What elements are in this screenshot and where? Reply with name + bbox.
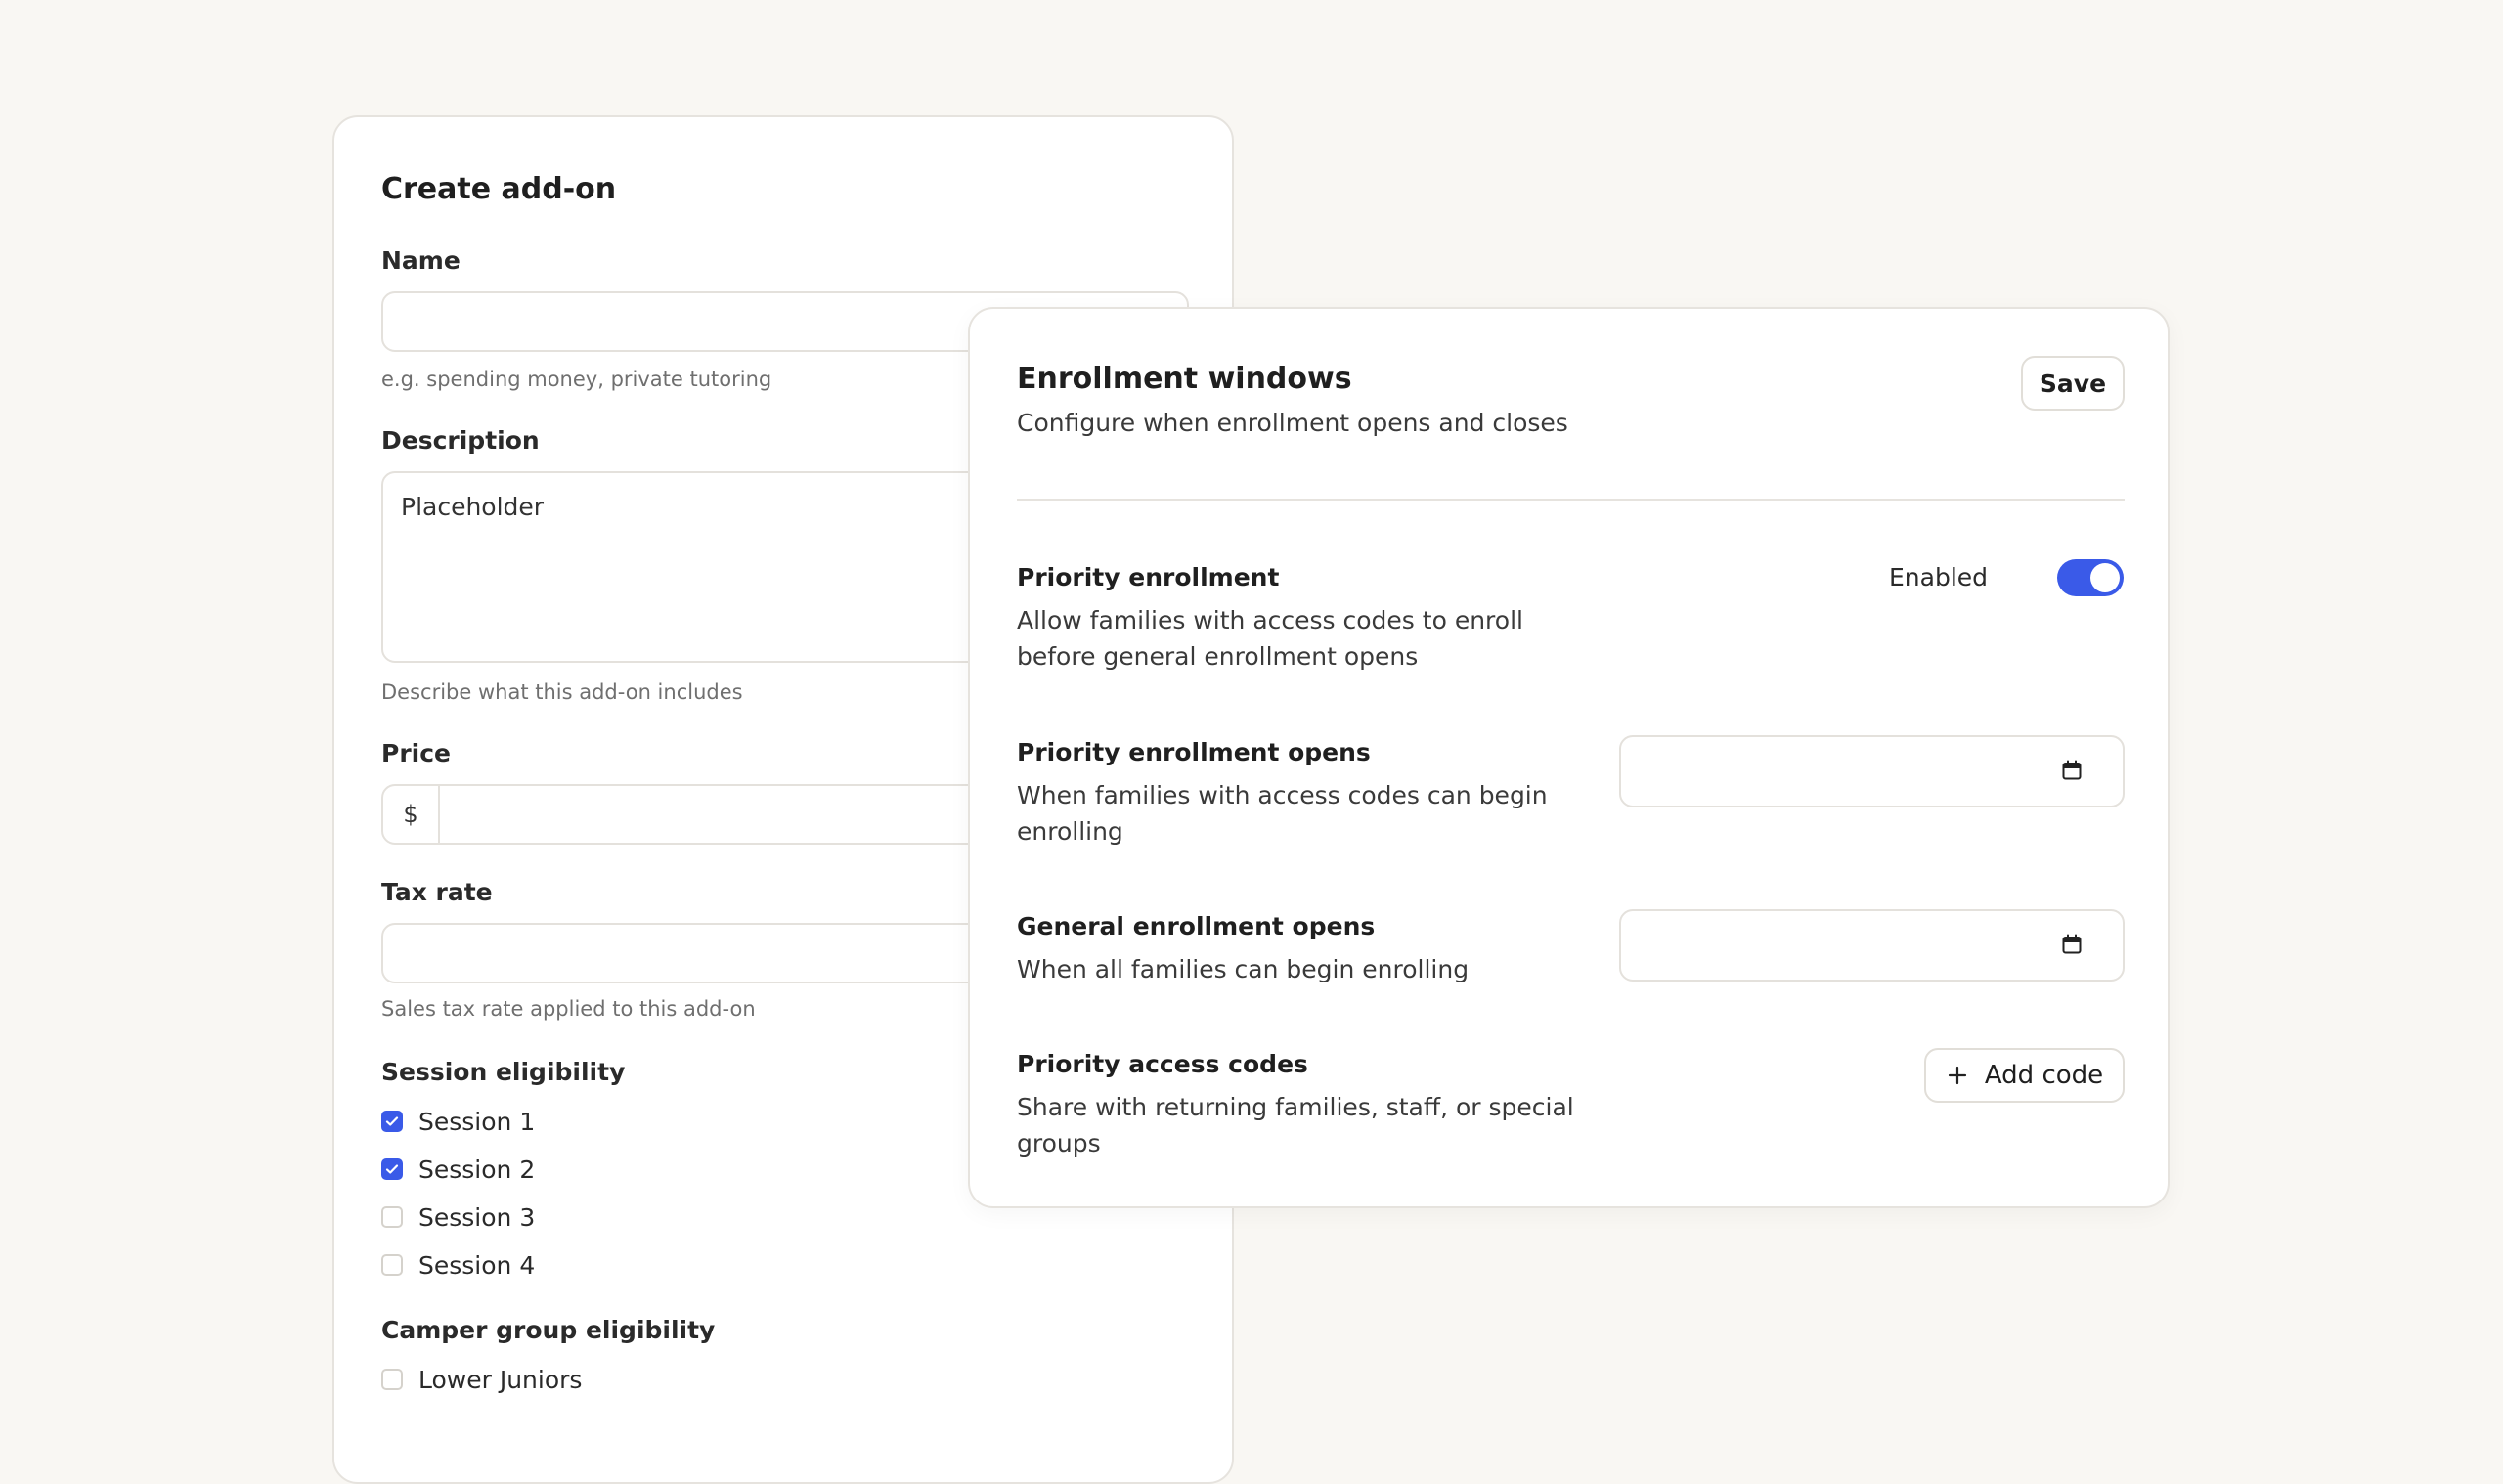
description-value: Placeholder: [401, 493, 545, 521]
enrollment-windows-card: Enrollment windows Configure when enroll…: [968, 307, 2170, 1208]
session-option[interactable]: Session 2: [381, 1155, 535, 1184]
calendar-icon[interactable]: [2060, 933, 2084, 956]
session-label: Session 4: [418, 1250, 536, 1280]
priority-enrollment-title: Priority enrollment: [1017, 563, 1280, 591]
addon-title: Create add-on: [381, 172, 617, 206]
priority-opens-date-input[interactable]: [1619, 735, 2125, 807]
access-codes-desc: Share with returning families, staff, or…: [1017, 1089, 1574, 1161]
toggle-knob: [2090, 563, 2120, 592]
name-label: Name: [381, 246, 461, 275]
description-help: Describe what this add-on includes: [381, 680, 743, 704]
plus-icon: [1948, 1066, 1966, 1085]
checkbox-unchecked[interactable]: [381, 1369, 403, 1390]
checkbox-unchecked[interactable]: [381, 1254, 403, 1276]
price-label: Price: [381, 739, 451, 767]
session-eligibility-label: Session eligibility: [381, 1058, 626, 1086]
enrollment-subtitle: Configure when enrollment opens and clos…: [1017, 409, 1568, 437]
session-option[interactable]: Session 3: [381, 1202, 535, 1232]
session-label: Session 2: [418, 1155, 536, 1184]
access-codes-title: Priority access codes: [1017, 1050, 1308, 1078]
tax-rate-help: Sales tax rate applied to this add-on: [381, 997, 756, 1021]
desc-line: When families with access codes can begi…: [1017, 781, 1548, 809]
session-option[interactable]: Session 1: [381, 1107, 535, 1136]
session-option[interactable]: Session 4: [381, 1250, 535, 1280]
group-label: Lower Juniors: [418, 1365, 583, 1394]
calendar-icon[interactable]: [2060, 759, 2084, 782]
toggle-label: Enabled: [1889, 563, 1989, 591]
desc-line: before general enrollment opens: [1017, 642, 1419, 671]
checkbox-checked[interactable]: [381, 1111, 403, 1132]
general-opens-date-input[interactable]: [1619, 909, 2125, 982]
tax-rate-label: Tax rate: [381, 878, 493, 906]
session-label: Session 1: [418, 1107, 536, 1136]
desc-line: enrolling: [1017, 817, 1123, 846]
price-prefix: $: [383, 786, 440, 843]
priority-enrollment-desc: Allow families with access codes to enro…: [1017, 602, 1523, 675]
desc-line: groups: [1017, 1129, 1101, 1157]
priority-opens-title: Priority enrollment opens: [1017, 738, 1371, 766]
camper-group-eligibility-label: Camper group eligibility: [381, 1316, 716, 1344]
divider: [1017, 499, 2125, 501]
enrollment-title: Enrollment windows: [1017, 362, 1352, 396]
desc-line: Share with returning families, staff, or…: [1017, 1093, 1574, 1121]
add-code-button[interactable]: Add code: [1924, 1048, 2125, 1103]
checkbox-checked[interactable]: [381, 1158, 403, 1180]
desc-line: Allow families with access codes to enro…: [1017, 606, 1523, 634]
add-code-label: Add code: [1984, 1061, 2104, 1090]
check-icon: [385, 1116, 399, 1126]
name-help: e.g. spending money, private tutoring: [381, 368, 772, 391]
save-button[interactable]: Save: [2021, 356, 2125, 411]
general-opens-desc: When all families can begin enrolling: [1017, 955, 1470, 983]
priority-enrollment-toggle[interactable]: [2057, 559, 2124, 596]
priority-opens-desc: When families with access codes can begi…: [1017, 777, 1548, 850]
group-option[interactable]: Lower Juniors: [381, 1365, 582, 1394]
checkbox-unchecked[interactable]: [381, 1206, 403, 1228]
general-opens-title: General enrollment opens: [1017, 912, 1376, 940]
description-label: Description: [381, 426, 540, 455]
session-label: Session 3: [418, 1202, 536, 1232]
check-icon: [385, 1164, 399, 1174]
